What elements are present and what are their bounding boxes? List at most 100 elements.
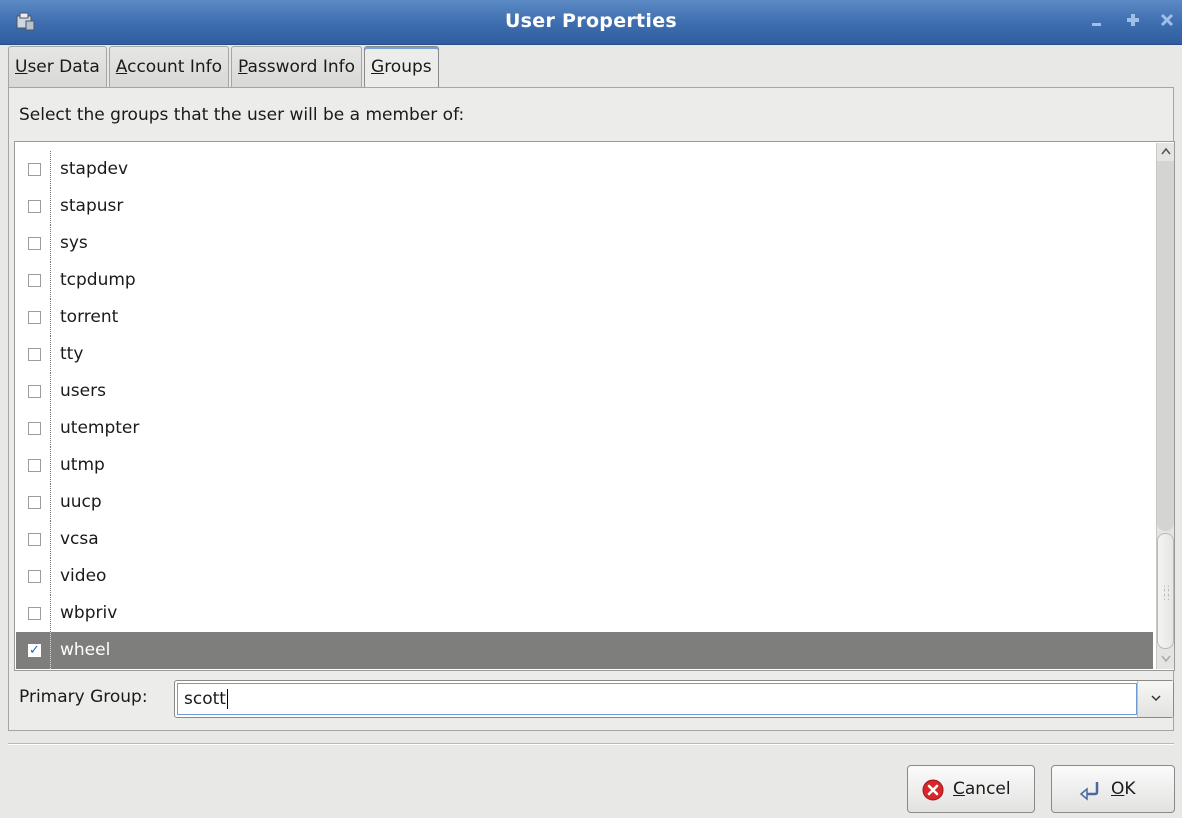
maximize-icon [1127, 14, 1139, 26]
cancel-icon [922, 779, 944, 801]
label-rest: ancel [964, 779, 1011, 799]
group-checkbox[interactable] [28, 163, 41, 176]
column-separator [50, 299, 51, 336]
cancel-label: Cancel [953, 779, 1011, 799]
group-name: stapdev [60, 159, 129, 179]
list-item[interactable]: torrent [16, 299, 1153, 336]
group-name: users [60, 381, 106, 401]
chevron-down-icon [1150, 695, 1161, 702]
tab-bar: User Data Account Info Password Info Gro… [8, 46, 441, 90]
tab-password-info[interactable]: Password Info [231, 46, 362, 88]
group-checkbox[interactable] [28, 311, 41, 324]
tab-account-info[interactable]: Account Info [108, 46, 229, 88]
close-icon [1160, 13, 1174, 27]
group-name: torrent [60, 307, 119, 327]
group-checkbox[interactable] [28, 237, 41, 250]
group-checkbox[interactable] [28, 533, 41, 546]
tab-mnemonic: A [115, 57, 128, 77]
scrollbar-thumb[interactable]: :::::: [1157, 533, 1174, 649]
list-item[interactable]: utmp [16, 447, 1153, 484]
title-bar[interactable]: User Properties [0, 0, 1182, 45]
primary-group-input[interactable]: scott [177, 683, 1137, 715]
column-separator [50, 225, 51, 262]
list-item-selected[interactable]: ✓ wheel [16, 632, 1153, 669]
vertical-scrollbar[interactable]: :::::: [1156, 143, 1174, 669]
group-list[interactable]: stapdev stapusr sys tcpdump torrent tty … [14, 141, 1175, 671]
list-item[interactable]: utempter [16, 410, 1153, 447]
group-checkbox[interactable] [28, 496, 41, 509]
button-divider [8, 743, 1174, 745]
label-rest: K [1124, 779, 1136, 799]
column-separator [50, 595, 51, 632]
column-separator [50, 484, 51, 521]
tab-label: roups [384, 57, 432, 77]
scroll-up-icon[interactable] [1158, 143, 1174, 161]
group-name: uucp [60, 492, 102, 512]
group-name: utmp [60, 455, 105, 475]
group-checkbox[interactable] [28, 422, 41, 435]
group-name: vcsa [60, 529, 99, 549]
group-checkbox[interactable] [28, 274, 41, 287]
maximize-button[interactable] [1120, 10, 1146, 34]
tab-user-data[interactable]: User Data [8, 46, 107, 88]
column-separator [50, 447, 51, 484]
list-item[interactable]: stapdev [16, 151, 1153, 188]
column-separator [50, 521, 51, 558]
column-separator [50, 262, 51, 299]
list-item[interactable]: stapusr [16, 188, 1153, 225]
group-checkbox-checked[interactable]: ✓ [28, 644, 41, 657]
tab-mnemonic: G [371, 57, 385, 77]
mnemonic: C [953, 779, 965, 799]
tab-groups[interactable]: Groups [364, 46, 439, 90]
list-item[interactable]: tty [16, 336, 1153, 373]
group-checkbox[interactable] [28, 570, 41, 583]
scroll-down-icon[interactable] [1158, 651, 1174, 669]
column-separator [50, 151, 51, 188]
tab-mnemonic: P [238, 57, 248, 77]
scrollbar-track[interactable] [1157, 161, 1174, 531]
tab-label: assword Info [247, 57, 356, 77]
column-separator [50, 188, 51, 225]
primary-group-value: scott [184, 689, 226, 709]
tab-label: ser Data [27, 57, 100, 77]
list-item[interactable]: tcpdump [16, 262, 1153, 299]
group-checkbox[interactable] [28, 459, 41, 472]
group-name: sys [60, 233, 88, 253]
group-list-viewport: stapdev stapusr sys tcpdump torrent tty … [16, 143, 1153, 669]
list-item[interactable]: uucp [16, 484, 1153, 521]
group-checkbox[interactable] [28, 200, 41, 213]
group-name: wbpriv [60, 603, 118, 623]
close-button[interactable] [1154, 10, 1180, 34]
mnemonic: O [1111, 779, 1125, 799]
list-item[interactable]: vcsa [16, 521, 1153, 558]
tab-label: ccount Info [127, 57, 222, 77]
primary-group-dropdown-button[interactable] [1137, 681, 1173, 717]
group-name: wheel [60, 640, 111, 660]
column-separator [50, 410, 51, 447]
window-title: User Properties [504, 10, 678, 32]
column-separator [50, 336, 51, 373]
group-name: stapusr [60, 196, 124, 216]
group-name: tty [60, 344, 84, 364]
column-separator [50, 632, 51, 669]
text-caret [226, 689, 228, 709]
ok-label: OK [1111, 779, 1136, 799]
list-item[interactable]: sys [16, 225, 1153, 262]
grip-icon: :::::: [1163, 583, 1172, 603]
cancel-button[interactable]: Cancel [907, 765, 1035, 813]
group-checkbox[interactable] [28, 348, 41, 361]
minimize-icon [1092, 23, 1101, 26]
group-checkbox[interactable] [28, 385, 41, 398]
primary-group-label: Primary Group: [19, 687, 148, 707]
list-item[interactable]: video [16, 558, 1153, 595]
instruction-text: Select the groups that the user will be … [19, 105, 465, 125]
ok-button[interactable]: OK [1051, 765, 1175, 813]
primary-group-combo[interactable]: scott [174, 680, 1174, 718]
list-item[interactable]: wbpriv [16, 595, 1153, 632]
group-checkbox[interactable] [28, 607, 41, 620]
list-item[interactable]: users [16, 373, 1153, 410]
tab-mnemonic: U [15, 57, 28, 77]
group-name: tcpdump [60, 270, 136, 290]
group-name: utempter [60, 418, 140, 438]
minimize-button[interactable] [1084, 10, 1110, 34]
